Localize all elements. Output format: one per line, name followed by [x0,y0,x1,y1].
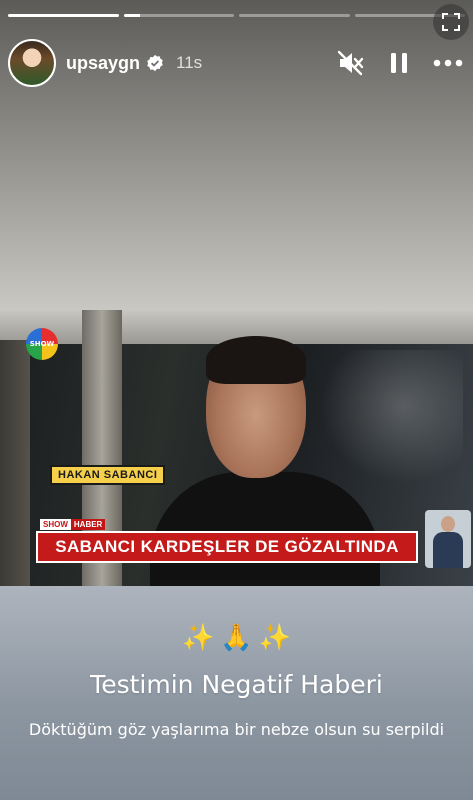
headline-ticker: SABANCI KARDEŞLER DE GÖZALTINDA [36,531,418,563]
praying-hands-emoji: 🙏 [220,622,253,652]
fullscreen-button[interactable] [433,4,469,40]
post-time: 11s [176,53,203,72]
avatar[interactable] [8,39,56,87]
sign-language-interpreter [425,510,471,568]
news-label: SHOW HABER [40,519,106,530]
emoji-row: ✨ 🙏 ✨ [0,622,473,653]
more-horizontal-icon[interactable] [433,59,463,67]
name-tag: HAKAN SABANCI [50,465,166,485]
story-header: upsaygn 11s [8,38,463,88]
caption-subtitle: Döktüğüm göz yaşlarıma bir nebze olsun s… [28,720,445,739]
progress-segment [8,14,119,17]
username[interactable]: upsaygn [66,53,140,74]
verified-badge-icon [147,54,163,72]
progress-segment [239,14,350,17]
header-actions [337,50,463,76]
pause-icon[interactable] [389,51,409,75]
background-pillar [0,340,30,586]
sparkles-emoji: ✨ [258,622,292,652]
person-hair [206,336,306,384]
progress-segment [123,14,234,17]
fullscreen-icon [442,13,460,31]
sparkles-emoji: ✨ [181,622,215,652]
story-progress-bar [8,14,465,17]
news-label-haber: HABER [70,519,106,530]
news-video[interactable]: SHOW HAKAN SABANCI SHOW HABER SABANCI KA… [0,310,473,586]
channel-logo: SHOW [26,328,58,360]
news-label-show: SHOW [40,519,71,530]
muted-speaker-icon[interactable] [337,50,365,76]
caption-title: Testimin Negatif Haberi [90,670,383,699]
window-glare [313,350,463,490]
